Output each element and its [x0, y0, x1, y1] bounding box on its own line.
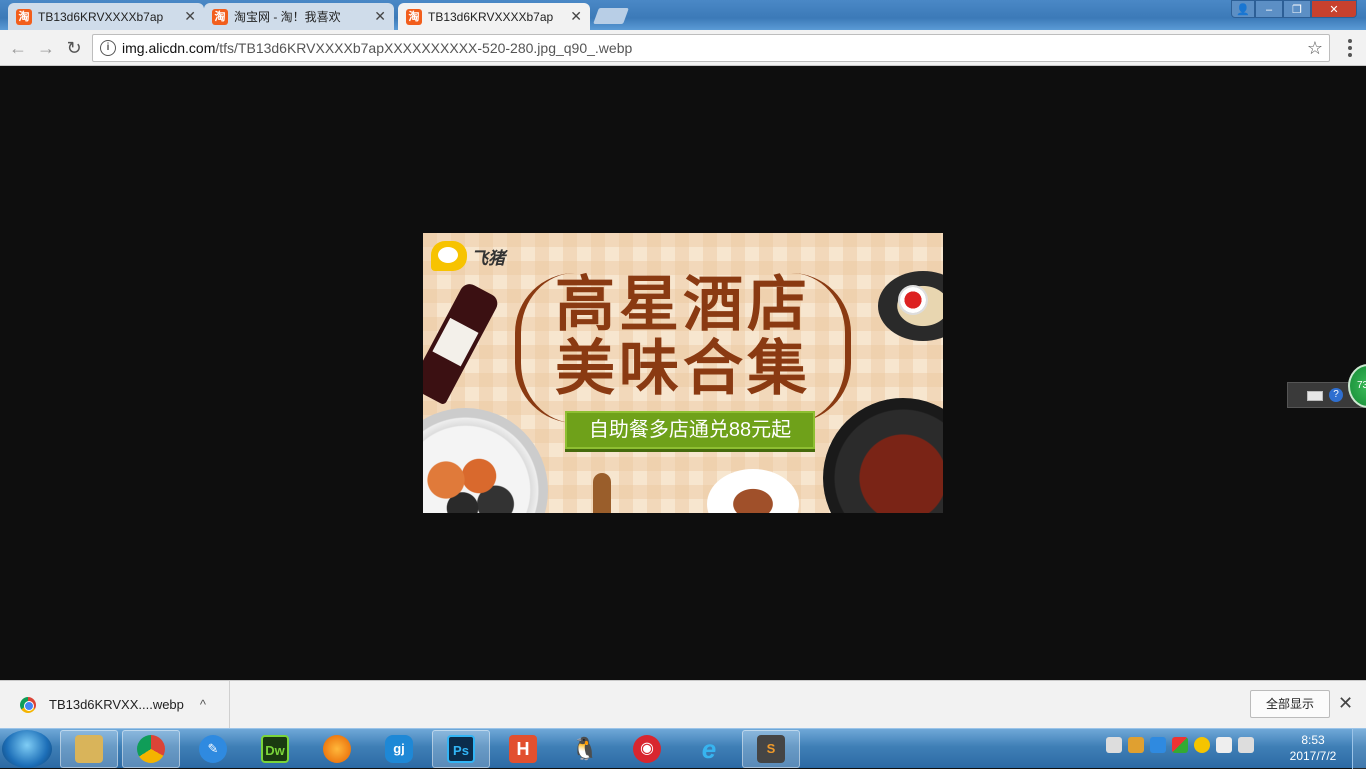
back-button[interactable]: ←: [6, 36, 30, 60]
chrome-icon: [137, 735, 165, 763]
taskbar-ie[interactable]: e: [680, 730, 738, 768]
system-tray: [1106, 737, 1254, 753]
chrome-file-icon: [20, 696, 36, 713]
url-text[interactable]: img.alicdn.com/tfs/TB13d6KRVXXXXb7apXXXX…: [122, 40, 1307, 56]
steak-plate-image: [823, 398, 943, 513]
taskbar-chrome[interactable]: [122, 730, 180, 768]
address-bar[interactable]: i img.alicdn.com/tfs/TB13d6KRVXXXXb7apXX…: [92, 34, 1330, 62]
taobao-favicon-icon: 淘: [212, 8, 228, 25]
message-tray-icon[interactable]: [1106, 737, 1122, 753]
brand-name: 飞猪: [471, 248, 505, 268]
reload-button[interactable]: ↻: [62, 36, 86, 60]
feather-icon: ✎: [199, 735, 227, 763]
netease-music-icon: ◉: [633, 735, 661, 763]
start-button[interactable]: [2, 730, 52, 768]
wooden-spoon-image: [593, 473, 611, 513]
chrome-menu-button[interactable]: [1342, 38, 1358, 58]
firefox-icon: [323, 735, 351, 763]
close-tab-icon[interactable]: ✕: [184, 8, 196, 25]
photoshop-icon: Ps: [447, 735, 475, 763]
info-icon[interactable]: i: [100, 40, 116, 56]
clock-date: 2017/7/2: [1289, 749, 1337, 763]
taskbar-sublime[interactable]: S: [742, 730, 800, 768]
minimize-button[interactable]: –: [1255, 0, 1283, 18]
seafood-plate-image: [423, 408, 548, 513]
system-clock[interactable]: 8:53 2017/7/2: [1280, 732, 1346, 764]
close-window-button[interactable]: ✕: [1311, 0, 1357, 18]
download-bar: TB13d6KRVXX....webp ^ 全部显示 ✕: [0, 680, 1366, 728]
image-viewer: 飞猪 高星酒店 美味合集 自助餐多店通兑88元起: [0, 66, 1366, 680]
sogou-icon: gj: [385, 735, 413, 763]
taobao-favicon-icon: 淘: [16, 8, 32, 25]
window-controls: 👤 – ❐ ✕: [1231, 0, 1357, 18]
keyboard-icon[interactable]: [1307, 391, 1323, 401]
qq-icon: 🐧: [571, 736, 599, 761]
new-tab-button[interactable]: [593, 8, 629, 24]
headline-line-2: 美味合集: [555, 334, 811, 404]
user-icon[interactable]: 👤: [1231, 0, 1255, 18]
tab-title: TB13d6KRVXXXXb7ap: [428, 9, 554, 24]
help-icon[interactable]: ?: [1329, 388, 1343, 402]
offer-ribbon: 自助餐多店通兑88元起: [565, 411, 815, 449]
windows-taskbar: ✎ Dw gj Ps H 🐧 ◉ e S 8:53 2017/7/2: [0, 728, 1366, 769]
tab-title: TB13d6KRVXXXXb7ap: [38, 9, 164, 24]
sublime-icon: S: [757, 735, 785, 763]
taobao-favicon-icon: 淘: [406, 8, 422, 25]
tab-taobao-home[interactable]: 淘 淘宝网 - 淘！我喜欢 ✕: [204, 3, 394, 30]
tab-image-1[interactable]: 淘 TB13d6KRVXXXXb7ap ✕: [8, 3, 204, 30]
headline-line-1: 高星酒店: [555, 270, 811, 340]
url-host: img.alicdn.com: [122, 40, 216, 56]
close-tab-icon[interactable]: ✕: [570, 8, 582, 25]
clock-time: 8:53: [1301, 733, 1325, 747]
taskbar-dreamweaver[interactable]: Dw: [246, 730, 304, 768]
feather-tray-icon[interactable]: [1150, 737, 1166, 753]
download-item[interactable]: TB13d6KRVXX....webp ^: [0, 681, 230, 728]
tab-image-active[interactable]: 淘 TB13d6KRVXXXXb7ap ✕: [398, 3, 590, 30]
taskbar-qq[interactable]: 🐧: [556, 730, 614, 768]
maximize-button[interactable]: ❐: [1283, 0, 1311, 18]
taskbar-explorer[interactable]: [60, 730, 118, 768]
taskbar-app-3[interactable]: ✎: [184, 730, 242, 768]
tab-title: 淘宝网 - 淘！我喜欢: [234, 10, 341, 24]
bookmark-star-icon[interactable]: ☆: [1307, 38, 1323, 59]
show-all-button[interactable]: 全部显示: [1250, 690, 1330, 718]
url-path: /tfs/TB13d6KRVXXXXb7apXXXXXXXXXX-520-280…: [215, 40, 633, 56]
ie-icon: e: [701, 734, 717, 764]
close-download-bar-icon[interactable]: ✕: [1338, 693, 1353, 714]
taskbar-sogou[interactable]: gj: [370, 730, 428, 768]
app-tray-icon[interactable]: [1172, 737, 1188, 753]
chevron-up-icon[interactable]: ^: [200, 697, 206, 712]
device-tray-icon[interactable]: [1216, 737, 1232, 753]
volume-muted-icon[interactable]: [1238, 737, 1254, 753]
plus-tray-icon[interactable]: [1194, 737, 1210, 753]
browser-toolbar: ← → ↻ i img.alicdn.com/tfs/TB13d6KRVXXXX…: [0, 30, 1366, 66]
network-tray-icon[interactable]: [1128, 737, 1144, 753]
show-desktop-button[interactable]: [1352, 729, 1366, 769]
taskbar-photoshop[interactable]: Ps: [432, 730, 490, 768]
download-filename: TB13d6KRVXX....webp: [49, 697, 184, 712]
taskbar-netease-music[interactable]: ◉: [618, 730, 676, 768]
close-tab-icon[interactable]: ✕: [374, 8, 386, 25]
file-explorer-icon: [75, 735, 103, 763]
forward-button[interactable]: →: [34, 36, 58, 60]
fliggy-pig-icon: [431, 241, 467, 271]
taskbar-hbuilder[interactable]: H: [494, 730, 552, 768]
hbuilder-icon: H: [509, 735, 537, 763]
small-plate-image: [707, 469, 799, 513]
taskbar-firefox[interactable]: [308, 730, 366, 768]
dreamweaver-icon: Dw: [261, 735, 289, 763]
fliggy-logo: 飞猪: [431, 241, 505, 271]
tab-strip: 淘 TB13d6KRVXXXXb7ap ✕ 淘 淘宝网 - 淘！我喜欢 ✕ 淘 …: [0, 0, 1366, 30]
promo-banner-image: 飞猪 高星酒店 美味合集 自助餐多店通兑88元起: [423, 233, 943, 513]
